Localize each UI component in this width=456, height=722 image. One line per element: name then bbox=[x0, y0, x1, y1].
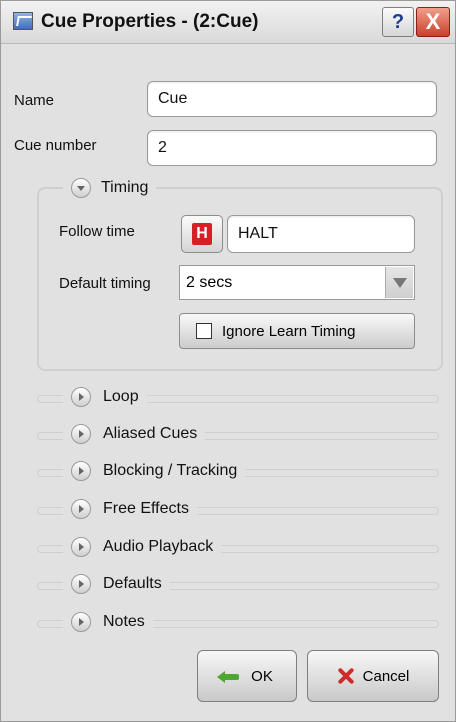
name-input[interactable]: Cue bbox=[147, 81, 437, 117]
chevron-right-icon[interactable] bbox=[71, 461, 91, 481]
help-button[interactable]: ? bbox=[382, 7, 414, 37]
section-header[interactable]: Blocking / Tracking bbox=[63, 459, 246, 483]
section-free-effects[interactable]: Free Effects bbox=[37, 497, 439, 521]
checkbox-icon[interactable] bbox=[196, 323, 212, 339]
dropdown-arrow-icon[interactable] bbox=[385, 267, 413, 298]
section-label: Loop bbox=[103, 388, 139, 405]
chevron-right-icon[interactable] bbox=[71, 612, 91, 632]
section-label: Notes bbox=[103, 613, 145, 630]
ok-label: OK bbox=[251, 667, 273, 685]
default-timing-select[interactable]: 2 secs bbox=[179, 265, 415, 300]
chevron-right-icon[interactable] bbox=[71, 574, 91, 594]
ignore-learn-timing-toggle[interactable]: Ignore Learn Timing bbox=[179, 313, 415, 349]
section-audio-playback[interactable]: Audio Playback bbox=[37, 535, 439, 559]
close-button[interactable]: X bbox=[416, 7, 450, 37]
chevron-down-icon[interactable] bbox=[71, 178, 91, 198]
section-label: Free Effects bbox=[103, 500, 189, 517]
app-icon bbox=[13, 12, 33, 30]
title-bar[interactable]: Cue Properties - (2:Cue) ? X bbox=[1, 1, 455, 44]
timing-header[interactable]: Timing bbox=[63, 175, 157, 201]
section-label: Aliased Cues bbox=[103, 425, 198, 442]
window-title: Cue Properties - (2:Cue) bbox=[41, 11, 259, 32]
section-header[interactable]: Loop bbox=[63, 385, 147, 409]
section-blocking-tracking[interactable]: Blocking / Tracking bbox=[37, 459, 439, 483]
chevron-right-icon[interactable] bbox=[71, 499, 91, 519]
section-header[interactable]: Free Effects bbox=[63, 497, 197, 521]
follow-time-label: Follow time bbox=[59, 223, 135, 240]
chevron-right-icon[interactable] bbox=[71, 424, 91, 444]
timing-title: Timing bbox=[101, 179, 149, 196]
section-loop[interactable]: Loop bbox=[37, 385, 439, 409]
cancel-x-icon bbox=[337, 667, 355, 685]
ok-button[interactable]: OK bbox=[197, 650, 297, 702]
default-timing-value: 2 secs bbox=[186, 274, 233, 291]
section-label: Blocking / Tracking bbox=[103, 462, 238, 479]
follow-time-input[interactable]: HALT bbox=[227, 215, 415, 253]
section-aliased-cues[interactable]: Aliased Cues bbox=[37, 422, 439, 446]
default-timing-label: Default timing bbox=[59, 275, 151, 292]
cue-properties-window: Cue Properties - (2:Cue) ? X Name Cue Cu… bbox=[0, 0, 456, 722]
ok-arrow-icon bbox=[217, 668, 245, 684]
chevron-right-icon[interactable] bbox=[71, 387, 91, 407]
cue-number-input[interactable]: 2 bbox=[147, 130, 437, 166]
section-header[interactable]: Aliased Cues bbox=[63, 422, 206, 446]
section-header[interactable]: Notes bbox=[63, 610, 153, 634]
cancel-button[interactable]: Cancel bbox=[307, 650, 439, 702]
section-defaults[interactable]: Defaults bbox=[37, 572, 439, 596]
section-header[interactable]: Defaults bbox=[63, 572, 170, 596]
ignore-learn-timing-label: Ignore Learn Timing bbox=[222, 322, 356, 340]
chevron-right-icon[interactable] bbox=[71, 537, 91, 557]
cue-number-label: Cue number bbox=[14, 137, 97, 154]
name-label: Name bbox=[14, 92, 55, 109]
section-label: Defaults bbox=[103, 575, 162, 592]
section-header[interactable]: Audio Playback bbox=[63, 535, 222, 559]
section-label: Audio Playback bbox=[103, 538, 214, 555]
cancel-label: Cancel bbox=[362, 667, 410, 685]
follow-time-mode-button[interactable]: H bbox=[181, 215, 223, 253]
section-notes[interactable]: Notes bbox=[37, 610, 439, 634]
halt-icon: H bbox=[192, 223, 212, 245]
